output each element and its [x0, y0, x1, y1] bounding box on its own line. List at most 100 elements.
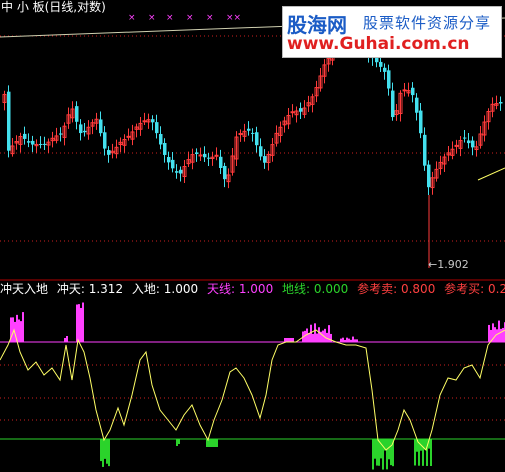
- indicator-bar: [106, 439, 108, 464]
- dixian-label: 地线:: [282, 282, 311, 296]
- candle-body: [383, 67, 387, 72]
- chongtian-label: 冲天:: [56, 282, 85, 296]
- x-marks-row: × × × × × ××: [0, 13, 300, 25]
- chongtian-value: 1.312: [88, 282, 124, 296]
- indicator-bar: [356, 339, 358, 342]
- candle-body: [263, 156, 267, 163]
- stock-chart-canvas[interactable]: [0, 0, 505, 472]
- tianxian-value: 1.000: [238, 282, 274, 296]
- candle-body: [415, 97, 419, 113]
- indicator-bar: [178, 439, 180, 444]
- indicator-bar: [292, 338, 294, 342]
- candle-body: [167, 156, 171, 163]
- indicator-bar: [314, 323, 316, 342]
- candle-body: [179, 169, 183, 174]
- indicator-header: 冲天入地 冲天: 1.312 入地: 1.000 天线: 1.000 地线: 0…: [0, 282, 505, 296]
- indicator-bar: [352, 336, 354, 342]
- indicator-bar: [494, 327, 496, 342]
- indicator-bar: [318, 327, 320, 342]
- candle-body: [99, 119, 103, 134]
- indicator-bar: [78, 304, 80, 342]
- x-mark: ×: [166, 13, 174, 23]
- tianxian-label: 天线:: [206, 282, 236, 296]
- sell-value: 0.800: [400, 282, 436, 296]
- indicator-bar: [374, 439, 376, 459]
- candle-body: [83, 130, 87, 133]
- indicator-bar: [108, 439, 110, 467]
- candle-body: [171, 159, 175, 169]
- indicator-line: [0, 328, 505, 451]
- indicator-bars: [10, 302, 505, 470]
- candle-body: [39, 143, 43, 145]
- watermark-subtitle: 股票软件资源分享: [363, 14, 492, 32]
- indicator-bar: [284, 338, 286, 342]
- candle-body: [463, 137, 467, 139]
- indicator-bar: [102, 439, 104, 467]
- indicator-bar: [216, 439, 218, 447]
- candle-body: [238, 133, 243, 136]
- indicator-bar: [390, 439, 392, 466]
- indicator-bar: [64, 338, 66, 342]
- candle-body: [419, 110, 423, 134]
- rudi-label: 入地:: [131, 282, 160, 296]
- candle-body: [23, 133, 27, 139]
- candle-body: [467, 140, 471, 144]
- watermark-url: www.Guhai.com.cn: [287, 34, 470, 54]
- candle-body: [387, 70, 391, 89]
- candle-body: [155, 122, 159, 134]
- candle-body: [379, 61, 383, 67]
- candle-body: [151, 119, 155, 123]
- candle-body: [126, 135, 131, 138]
- indicator-bar: [286, 338, 288, 342]
- indicator-bar: [22, 312, 24, 342]
- buy-label: 参考买:: [444, 282, 485, 296]
- candle-body: [207, 157, 211, 159]
- candle-body: [251, 132, 255, 134]
- indicator-bar: [414, 439, 416, 466]
- indicator-bar: [344, 339, 346, 342]
- indicator-name: 冲天入地: [0, 282, 49, 296]
- candle-body: [198, 154, 203, 157]
- indicator-bar: [104, 439, 106, 459]
- indicator-bar: [354, 339, 356, 342]
- indicator-bar: [488, 324, 490, 342]
- candle-body: [142, 120, 147, 123]
- candle-body: [79, 124, 83, 134]
- indicator-bar: [500, 328, 502, 342]
- indicator-bar: [316, 333, 318, 342]
- candle-body: [299, 108, 303, 112]
- indicator-bar: [290, 338, 292, 342]
- x-mark: ×: [128, 13, 136, 23]
- indicator-bar: [80, 307, 82, 342]
- indicator-bar: [376, 439, 378, 466]
- candle-body: [290, 111, 295, 114]
- candle-body: [259, 146, 263, 157]
- watermark-logo: 股海网 股票软件资源分享 www.Guhai.com.cn: [282, 6, 502, 58]
- indicator-bar: [18, 319, 20, 342]
- candle-body: [499, 101, 503, 104]
- x-mark: ×: [206, 13, 214, 23]
- candle-body: [411, 87, 415, 96]
- indicator-bar: [388, 439, 390, 460]
- candle-body: [375, 57, 379, 63]
- indicator-bar: [378, 439, 380, 466]
- candle-body: [163, 142, 167, 155]
- indicator-bar: [350, 339, 352, 342]
- candle-body: [255, 132, 259, 146]
- indicator-bar: [76, 304, 78, 342]
- indicator-bar: [348, 338, 350, 342]
- candle-body: [27, 141, 31, 143]
- indicator-bar: [100, 439, 102, 462]
- candle-body: [103, 132, 107, 149]
- indicator-bar: [422, 439, 424, 466]
- candle-body: [203, 153, 207, 158]
- indicator-bar: [380, 439, 382, 459]
- candle-body: [175, 171, 179, 173]
- chart-title: 中 小 板(日线,对数): [1, 0, 106, 14]
- indicator-bar: [340, 338, 342, 342]
- candle-body: [402, 89, 407, 92]
- indicator-bar: [66, 336, 68, 342]
- indicator-bar: [82, 302, 84, 342]
- candle-body: [59, 133, 63, 135]
- rudi-value: 1.000: [163, 282, 199, 296]
